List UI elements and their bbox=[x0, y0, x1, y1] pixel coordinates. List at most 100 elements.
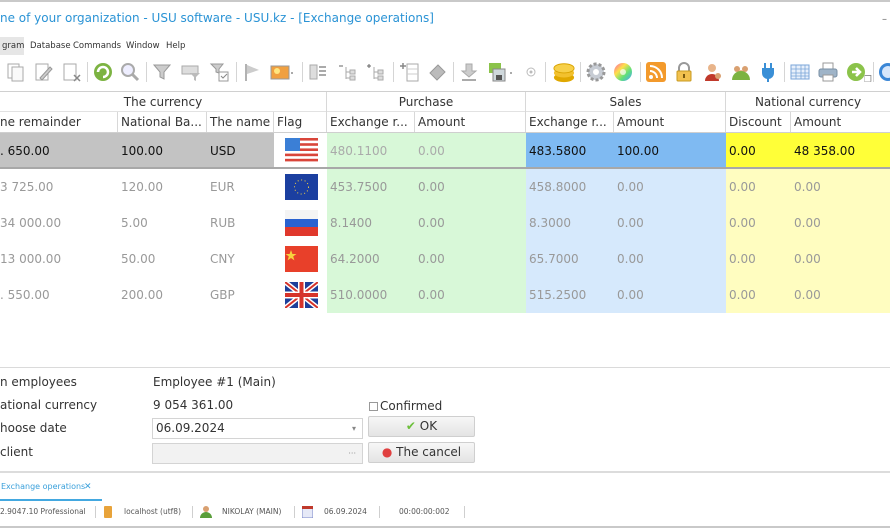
filter-columns-icon[interactable] bbox=[180, 61, 202, 83]
cell-discount[interactable]: 0.00 bbox=[726, 169, 791, 205]
dropdown-arrow-icon[interactable]: ▾ bbox=[352, 419, 356, 438]
col-sales-amount[interactable]: Amount bbox=[614, 112, 726, 132]
info-icon[interactable] bbox=[877, 61, 890, 83]
close-tab-icon[interactable]: ✕ bbox=[84, 474, 92, 500]
table-row[interactable]: 34 000.00 5.00 RUB 8.1400 0.00 8.3000 0.00 0.00… bbox=[0, 205, 890, 241]
cell-sales-rate[interactable]: 458.8000 bbox=[526, 169, 614, 205]
gear-icon[interactable] bbox=[585, 61, 607, 83]
client-field[interactable]: ··· bbox=[152, 443, 363, 464]
tree-collapse-icon[interactable] bbox=[336, 61, 358, 83]
small-circle-icon[interactable] bbox=[524, 61, 538, 83]
cell-purchase-amount[interactable]: 0.00 bbox=[415, 133, 526, 169]
col-national-amount[interactable]: Amount bbox=[791, 112, 890, 132]
cell-national-bank[interactable]: 120.00 bbox=[118, 169, 207, 205]
confirmed-checkbox[interactable]: Confirmed bbox=[369, 399, 442, 413]
filter-icon[interactable] bbox=[151, 61, 173, 83]
table-row[interactable]: . 650.00 100.00 USD 480.1100 0.00 483.5800 100… bbox=[0, 133, 890, 169]
cell-sales-amount[interactable]: 0.00 bbox=[614, 241, 726, 277]
eraser-icon[interactable] bbox=[426, 61, 448, 83]
filter-check-icon[interactable] bbox=[208, 61, 230, 83]
refresh-icon[interactable] bbox=[92, 61, 114, 83]
cell-remainder[interactable]: . 550.00 bbox=[0, 277, 118, 313]
cell-remainder[interactable]: . 650.00 bbox=[0, 133, 118, 169]
cell-name[interactable]: GBP bbox=[207, 277, 274, 313]
col-discount[interactable]: Discount bbox=[726, 112, 791, 132]
user-icon[interactable] bbox=[702, 61, 724, 83]
cell-discount[interactable]: 0.00 bbox=[726, 241, 791, 277]
list-icon[interactable] bbox=[307, 61, 329, 83]
menu-database[interactable]: Database bbox=[28, 37, 73, 55]
cell-sales-amount[interactable]: 0.00 bbox=[614, 205, 726, 241]
menu-help[interactable]: Help bbox=[164, 37, 187, 55]
image-icon[interactable] bbox=[269, 61, 295, 83]
add-row-icon[interactable] bbox=[398, 61, 420, 83]
cell-name[interactable]: EUR bbox=[207, 169, 274, 205]
table-icon[interactable] bbox=[789, 61, 811, 83]
cell-name[interactable]: USD bbox=[207, 133, 274, 169]
cell-remainder[interactable]: 13 000.00 bbox=[0, 241, 118, 277]
plug-icon[interactable] bbox=[757, 61, 779, 83]
cell-name[interactable]: RUB bbox=[207, 205, 274, 241]
col-purchase-amount[interactable]: Amount bbox=[415, 112, 526, 132]
cell-national-amount[interactable]: 0.00 bbox=[791, 241, 890, 277]
cell-sales-amount[interactable]: 100.00 bbox=[614, 133, 726, 169]
edit-icon[interactable] bbox=[32, 61, 54, 83]
cell-name[interactable]: CNY bbox=[207, 241, 274, 277]
tree-expand-icon[interactable] bbox=[364, 61, 386, 83]
cell-sales-rate[interactable]: 515.2500 bbox=[526, 277, 614, 313]
cell-purchase-amount[interactable]: 0.00 bbox=[415, 241, 526, 277]
menu-window[interactable]: Window bbox=[124, 37, 162, 55]
cell-sales-amount[interactable]: 0.00 bbox=[614, 169, 726, 205]
download-icon[interactable] bbox=[458, 61, 480, 83]
cell-national-bank[interactable]: 200.00 bbox=[118, 277, 207, 313]
app-minimize-button[interactable]: – bbox=[882, 14, 887, 25]
cell-purchase-rate[interactable]: 453.7500 bbox=[327, 169, 415, 205]
cell-sales-rate[interactable]: 483.5800 bbox=[526, 133, 614, 169]
color-wheel-icon[interactable] bbox=[612, 61, 634, 83]
cell-national-bank[interactable]: 50.00 bbox=[118, 241, 207, 277]
cell-discount[interactable]: 0.00 bbox=[726, 133, 791, 169]
lock-icon[interactable] bbox=[673, 61, 695, 83]
col-purchase-rate[interactable]: Exchange r... bbox=[327, 112, 415, 132]
cell-purchase-rate[interactable]: 8.1400 bbox=[327, 205, 415, 241]
export-icon[interactable] bbox=[486, 61, 516, 83]
cell-remainder[interactable]: 34 000.00 bbox=[0, 205, 118, 241]
flag-icon[interactable] bbox=[241, 61, 263, 83]
cell-sales-amount[interactable]: 0.00 bbox=[614, 277, 726, 313]
table-row[interactable]: 3 725.00 120.00 EUR 453.7500 0.00 458.8000 0.0… bbox=[0, 169, 890, 205]
cell-discount[interactable]: 0.00 bbox=[726, 277, 791, 313]
next-icon[interactable] bbox=[845, 61, 867, 83]
users-icon[interactable] bbox=[730, 61, 752, 83]
cell-remainder[interactable]: 3 725.00 bbox=[0, 169, 118, 205]
col-remainder[interactable]: ne remainder bbox=[0, 112, 118, 132]
cell-sales-rate[interactable]: 65.7000 bbox=[526, 241, 614, 277]
cell-national-amount[interactable]: 48 358.00 bbox=[791, 133, 890, 169]
cell-purchase-amount[interactable]: 0.00 bbox=[415, 169, 526, 205]
tab-exchange-operations[interactable]: Exchange operations ✕ bbox=[0, 474, 102, 501]
menu-program[interactable]: gram bbox=[0, 37, 24, 55]
col-sales-rate[interactable]: Exchange r... bbox=[526, 112, 614, 132]
cell-purchase-rate[interactable]: 480.1100 bbox=[327, 133, 415, 169]
table-row[interactable]: . 550.00 200.00 GBP 510.0000 0.00 515.2500 0.0… bbox=[0, 277, 890, 313]
ok-button[interactable]: ✔ OK bbox=[368, 416, 475, 437]
date-picker[interactable]: 06.09.2024 ▾ bbox=[152, 418, 363, 439]
cell-purchase-amount[interactable]: 0.00 bbox=[415, 277, 526, 313]
cell-national-bank[interactable]: 5.00 bbox=[118, 205, 207, 241]
cell-purchase-rate[interactable]: 510.0000 bbox=[327, 277, 415, 313]
checkbox-box[interactable] bbox=[369, 402, 378, 411]
cancel-button[interactable]: ● The cancel bbox=[368, 442, 475, 463]
col-name[interactable]: The name bbox=[207, 112, 274, 132]
cell-purchase-amount[interactable]: 0.00 bbox=[415, 205, 526, 241]
ellipsis-button-icon[interactable]: ··· bbox=[348, 444, 356, 463]
cell-national-amount[interactable]: 0.00 bbox=[791, 277, 890, 313]
search-icon[interactable] bbox=[119, 61, 141, 83]
cell-national-bank[interactable]: 100.00 bbox=[118, 133, 207, 169]
cell-discount[interactable]: 0.00 bbox=[726, 205, 791, 241]
printer-icon[interactable] bbox=[817, 61, 839, 83]
menu-commands[interactable]: Commands bbox=[71, 37, 123, 55]
cell-purchase-rate[interactable]: 64.2000 bbox=[327, 241, 415, 277]
copy-icon[interactable] bbox=[4, 61, 26, 83]
coins-icon[interactable] bbox=[551, 61, 577, 83]
col-national-bank[interactable]: National Ba... bbox=[118, 112, 207, 132]
delete-icon[interactable] bbox=[60, 61, 82, 83]
